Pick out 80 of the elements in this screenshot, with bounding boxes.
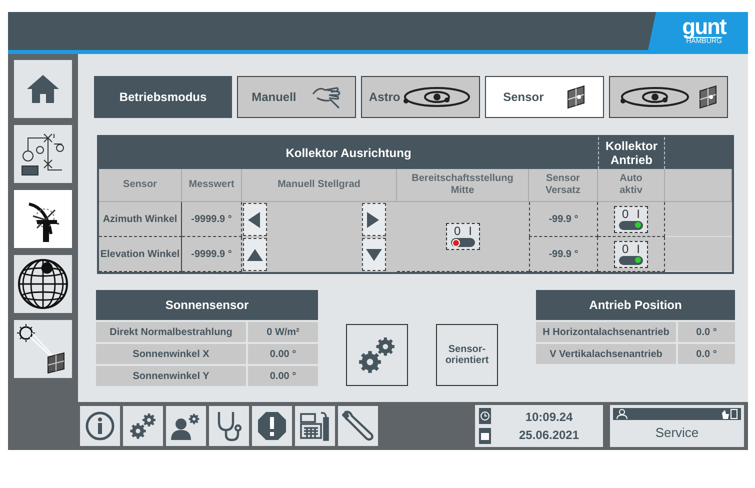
- user-settings-icon: [170, 411, 202, 441]
- mode-tab[interactable]: Manuell: [237, 76, 356, 118]
- home-icon: [26, 74, 60, 104]
- table-cell: Elevation Winkel: [99, 237, 182, 272]
- computer-device-icon: [299, 410, 331, 442]
- on-label: I: [636, 242, 640, 254]
- table-cell: -99.9 °: [529, 237, 598, 272]
- sidebar-item[interactable]: [12, 318, 74, 380]
- table-cell: -9999.9 °: [182, 237, 242, 272]
- sidebar-item[interactable]: [12, 253, 74, 315]
- info-icon: [85, 411, 115, 441]
- table-cell: -99.9 °: [529, 202, 598, 237]
- toolbar-button[interactable]: [209, 406, 249, 446]
- row-label: Sonnenwinkel X: [96, 344, 246, 364]
- solar-panel-icon: [566, 85, 586, 109]
- row-label: H Horizontalachsenantrieb: [536, 322, 676, 342]
- column-header: Sensor: [99, 169, 182, 202]
- table-cell: -9999.9 °: [182, 202, 242, 237]
- date-text: 25.06.2021: [518, 428, 580, 442]
- row-label: V Vertikalachsenantrieb: [536, 344, 676, 364]
- toolbar-button[interactable]: [166, 406, 206, 446]
- alert-icon: [257, 411, 287, 441]
- toolbar-button[interactable]: [295, 406, 335, 446]
- column-header: Auto aktiv: [598, 169, 665, 202]
- time-text: 10:09.24: [525, 410, 573, 424]
- orbit-icon: [402, 85, 472, 109]
- toolbar-button[interactable]: [252, 406, 292, 446]
- off-label: 0: [622, 242, 629, 254]
- sidebar-item[interactable]: [12, 188, 74, 250]
- column-header: Bereitschaftsstellung Mitte: [397, 169, 529, 202]
- column-header: Sensor Versatz: [529, 169, 598, 202]
- panel-title: Antrieb Position: [536, 290, 735, 320]
- off-label: 0: [454, 225, 461, 237]
- right-arrow-button[interactable]: [362, 203, 386, 236]
- row-value: 0.0 °: [678, 322, 735, 342]
- user-panel[interactable]: Service: [610, 405, 744, 447]
- user-name: Service: [654, 424, 700, 442]
- orientation-button[interactable]: Sensor-orientiert: [436, 324, 498, 386]
- sidebar-item[interactable]: [12, 123, 74, 185]
- wrench-icon: [342, 410, 374, 442]
- mode-tab[interactable]: Sensor: [485, 76, 604, 118]
- mode-tab[interactable]: Astro: [361, 76, 480, 118]
- column-header: Messwert: [182, 169, 242, 202]
- row-value: 0.0 °: [678, 344, 735, 364]
- mode-tab[interactable]: [609, 76, 728, 118]
- hand-icon: [311, 84, 342, 110]
- on-label: I: [636, 208, 640, 220]
- off-label: 0: [622, 208, 629, 220]
- table-title: Kollektor Antrieb: [598, 137, 665, 169]
- row-label: Sonnenwinkel Y: [96, 366, 246, 386]
- toolbar-button[interactable]: [80, 406, 120, 446]
- panel-title: Sonnensensor: [96, 290, 318, 320]
- clock-icon: [479, 408, 491, 424]
- row-value: 0.00 °: [248, 344, 318, 364]
- touch-device-icon: [720, 409, 738, 419]
- settings-icon: [128, 411, 158, 441]
- settings-button[interactable]: [346, 324, 408, 386]
- toolbar-button[interactable]: [123, 406, 163, 446]
- on-label: I: [468, 225, 472, 237]
- empty-header-cell: [665, 169, 732, 202]
- user-icon: [616, 409, 628, 419]
- sidebar-item[interactable]: [12, 58, 74, 120]
- table-title: Kollektor Ausrichtung: [99, 137, 598, 169]
- row-value: 0 W/m²: [248, 322, 318, 342]
- toggle-switch[interactable]: 0 I: [614, 206, 648, 232]
- globe-icon: [17, 258, 69, 310]
- toolbar-button[interactable]: [338, 406, 378, 446]
- down-arrow-button[interactable]: [362, 238, 386, 271]
- solar-panel-icon: [698, 85, 718, 109]
- mode-label: Betriebsmodus: [94, 76, 232, 118]
- toggle-switch[interactable]: 0 I: [614, 240, 648, 268]
- left-arrow-button[interactable]: [243, 203, 267, 236]
- orbit-icon: [619, 85, 692, 109]
- table-cell: Azimuth Winkel: [99, 202, 182, 237]
- column-header: Manuell Stellgrad: [242, 169, 397, 202]
- row-value: 0.00 °: [248, 366, 318, 386]
- toggle-switch[interactable]: 0 I: [446, 223, 480, 250]
- row-label: Direkt Normalbestrahlung: [96, 322, 246, 342]
- calendar-icon: [479, 428, 491, 444]
- up-arrow-button[interactable]: [243, 238, 267, 271]
